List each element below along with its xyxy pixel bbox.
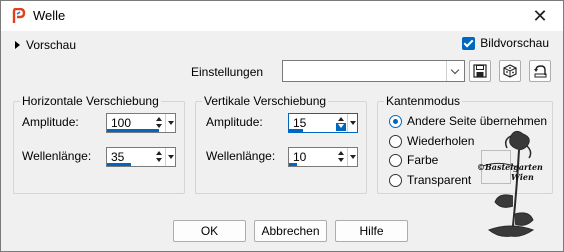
h-wavelength-dropdown-icon[interactable] — [165, 148, 175, 166]
edge-mode-option-color[interactable]: Farbe — [389, 153, 438, 167]
h-amplitude-stepper[interactable]: 100 — [106, 113, 176, 133]
title-bar[interactable]: Welle ✕ — [1, 1, 563, 31]
arrow-down-icon[interactable] — [336, 157, 346, 165]
h-wavelength-stepper[interactable]: 35 — [106, 147, 176, 167]
edge-mode-option-label: Farbe — [407, 153, 439, 167]
paintshop-app-icon — [12, 8, 26, 23]
close-button[interactable]: ✕ — [517, 1, 563, 31]
arrow-up-icon[interactable] — [336, 115, 346, 123]
arrow-down-icon[interactable] — [154, 157, 164, 165]
image-preview-checkbox[interactable] — [462, 36, 476, 50]
v-wavelength-label: Wellenlänge: — [206, 149, 276, 163]
chevron-down-icon[interactable] — [446, 61, 464, 81]
edge-mode-option-label: Wiederholen — [407, 134, 475, 148]
randomize-button[interactable] — [499, 60, 521, 82]
image-preview-label: Bildvorschau — [480, 36, 549, 50]
save-preset-button[interactable] — [469, 60, 491, 82]
image-preview-checkbox-row[interactable]: Bildvorschau — [462, 36, 549, 50]
v-amplitude-stepper[interactable]: 15 — [288, 113, 358, 133]
watermark-line-2: Wien — [511, 172, 534, 182]
radio-button[interactable] — [389, 134, 402, 148]
radio-button[interactable] — [389, 153, 402, 167]
v-wavelength-slider-bar[interactable] — [289, 163, 297, 166]
h-wavelength-slider-bar[interactable] — [107, 163, 131, 166]
arrow-up-icon[interactable] — [154, 149, 164, 157]
edge-mode-legend: Kantenmodus — [384, 94, 463, 108]
v-wavelength-stepper[interactable]: 10 — [288, 147, 358, 167]
h-amplitude-slider-bar[interactable] — [107, 129, 159, 132]
h-amplitude-dropdown-icon[interactable] — [165, 114, 175, 132]
vertical-shift-legend: Vertikale Verschiebung — [202, 94, 329, 108]
close-icon: ✕ — [532, 6, 548, 26]
v-amplitude-spin[interactable] — [336, 115, 346, 131]
watermark-line-1: ©Bastelgarten — [477, 162, 543, 172]
h-wavelength-spin[interactable] — [154, 149, 164, 165]
horizontal-shift-group: Horizontale Verschiebung Amplitude: 100 … — [13, 94, 185, 194]
arrow-down-icon[interactable] — [336, 123, 346, 131]
v-wavelength-spin[interactable] — [336, 149, 346, 165]
ok-button[interactable]: OK — [173, 220, 246, 242]
radio-button[interactable] — [389, 173, 402, 187]
settings-dropdown[interactable] — [282, 60, 465, 82]
reset-button[interactable] — [529, 60, 551, 82]
v-amplitude-label: Amplitude: — [206, 115, 263, 129]
window-title: Welle — [33, 8, 66, 23]
horizontal-shift-legend: Horizontale Verschiebung — [20, 94, 161, 108]
v-wavelength-value: 10 — [293, 150, 307, 164]
dice-icon — [503, 64, 517, 78]
h-wavelength-label: Wellenlänge: — [22, 149, 92, 163]
edge-mode-option-transparent[interactable]: Transparent — [389, 173, 471, 187]
dialog-window: Welle ✕ Vorschau Bildvorschau Einstellun… — [0, 0, 564, 252]
edge-mode-option-label: Transparent — [407, 173, 472, 187]
preview-label: Vorschau — [26, 38, 77, 52]
expand-triangle-icon — [15, 41, 20, 49]
radio-button[interactable] — [389, 114, 402, 128]
edge-mode-option-repeat[interactable]: Wiederholen — [389, 134, 474, 148]
h-amplitude-value: 100 — [111, 116, 132, 130]
bastelgarten-watermark: ©Bastelgarten Wien — [477, 130, 543, 237]
preview-toggle[interactable]: Vorschau — [15, 37, 76, 53]
settings-label: Einstellungen — [191, 65, 264, 79]
cancel-button[interactable]: Abbrechen — [254, 220, 327, 242]
v-amplitude-value: 15 — [293, 116, 307, 130]
arrow-up-icon[interactable] — [336, 149, 346, 157]
save-icon — [473, 64, 487, 78]
v-amplitude-dropdown-icon[interactable] — [347, 114, 357, 132]
v-wavelength-dropdown-icon[interactable] — [347, 148, 357, 166]
arrow-up-icon[interactable] — [154, 115, 164, 123]
v-amplitude-slider-bar[interactable] — [289, 129, 303, 132]
reset-icon — [534, 65, 547, 78]
vertical-shift-group: Vertikale Verschiebung Amplitude: 15 Wel… — [195, 94, 367, 194]
help-button[interactable]: Hilfe — [335, 220, 408, 242]
h-wavelength-value: 35 — [111, 150, 125, 164]
h-amplitude-label: Amplitude: — [22, 115, 79, 129]
